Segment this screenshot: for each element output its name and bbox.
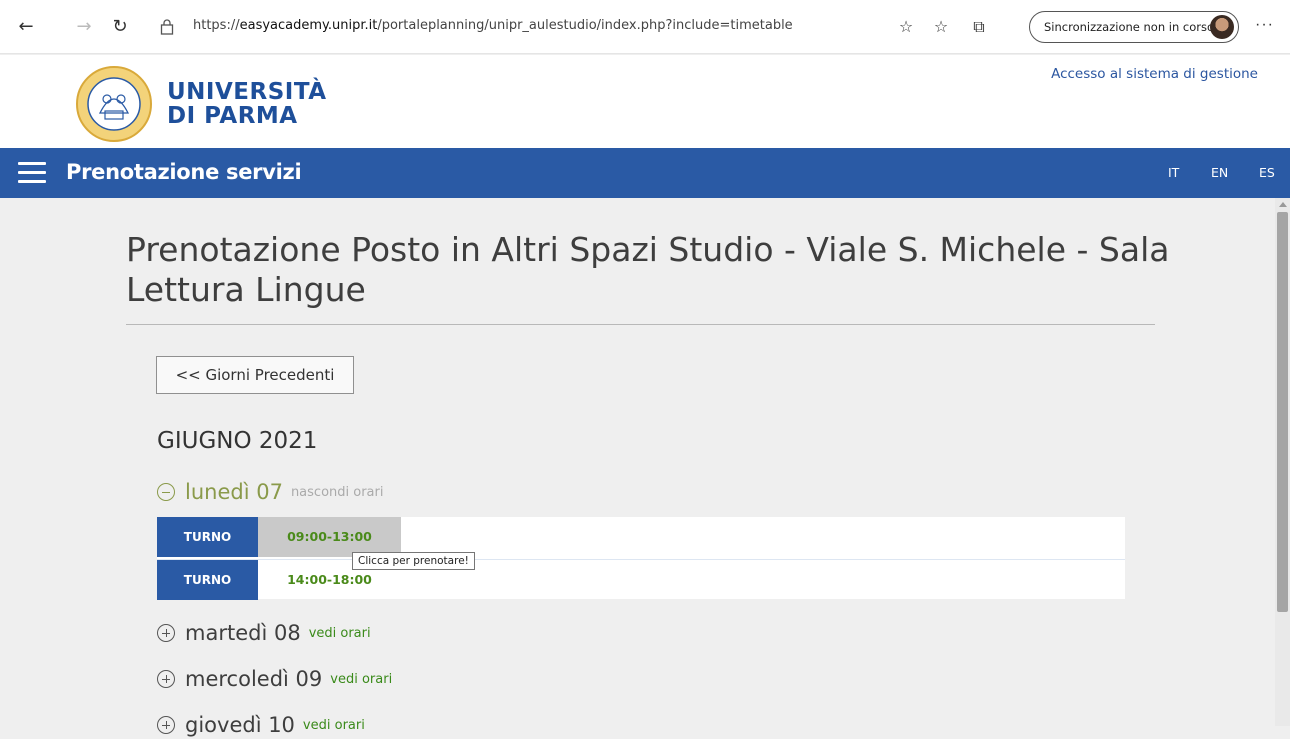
site-header: UNIVERSITÀ DI PARMA Accesso al sistema d… bbox=[0, 55, 1290, 148]
hide-times-link[interactable]: nascondi orari bbox=[291, 485, 384, 500]
slot-label: TURNO bbox=[157, 560, 258, 600]
university-seal-icon[interactable] bbox=[75, 65, 153, 143]
slot-label: TURNO bbox=[157, 517, 258, 557]
url-prefix: https:// bbox=[193, 18, 240, 33]
logo-line-1: UNIVERSITÀ bbox=[167, 79, 327, 105]
university-logo[interactable]: UNIVERSITÀ DI PARMA bbox=[167, 80, 327, 128]
show-times-link[interactable]: vedi orari bbox=[330, 672, 392, 687]
more-options-icon[interactable]: ··· bbox=[1255, 16, 1274, 34]
lang-it[interactable]: IT bbox=[1168, 165, 1179, 180]
day-row-lunedi[interactable]: lunedì 07 nascondi orari bbox=[157, 480, 383, 506]
menu-icon[interactable] bbox=[18, 162, 46, 184]
divider bbox=[126, 324, 1155, 325]
expand-icon[interactable] bbox=[157, 716, 175, 734]
table-row: TURNO 09:00-13:00 bbox=[157, 517, 1125, 557]
add-favorite-icon[interactable]: ☆ bbox=[895, 16, 917, 38]
logo-line-2: DI PARMA bbox=[167, 103, 298, 129]
admin-access-link[interactable]: Accesso al sistema di gestione bbox=[1051, 66, 1258, 82]
avatar bbox=[1210, 15, 1234, 39]
time-slots-table: TURNO 09:00-13:00 TURNO 14:00-18:00 bbox=[157, 517, 1125, 600]
day-name[interactable]: martedì 08 bbox=[185, 621, 301, 645]
scroll-up-arrow-icon[interactable] bbox=[1279, 202, 1287, 207]
lang-en[interactable]: EN bbox=[1211, 165, 1228, 180]
address-bar[interactable]: https://easyacademy.unipr.it/portaleplan… bbox=[193, 18, 793, 33]
refresh-icon[interactable]: ↻ bbox=[108, 15, 132, 39]
day-row-mercoledi[interactable]: mercoledì 09 vedi orari bbox=[157, 667, 392, 693]
table-row: TURNO 14:00-18:00 bbox=[157, 559, 1125, 600]
forward-icon[interactable]: → bbox=[72, 15, 96, 39]
scroll-thumb[interactable] bbox=[1277, 212, 1288, 612]
expand-icon[interactable] bbox=[157, 670, 175, 688]
day-name[interactable]: lunedì 07 bbox=[185, 480, 283, 504]
day-name[interactable]: mercoledì 09 bbox=[185, 667, 322, 691]
page-scrollbar[interactable] bbox=[1275, 198, 1290, 726]
day-row-martedi[interactable]: martedì 08 vedi orari bbox=[157, 621, 371, 647]
back-icon[interactable]: ← bbox=[14, 15, 38, 39]
booking-tooltip: Clicca per prenotare! bbox=[352, 552, 475, 570]
month-heading: GIUGNO 2021 bbox=[157, 428, 318, 454]
profile-sync-button[interactable]: Sincronizzazione non in corso bbox=[1029, 11, 1239, 43]
day-name[interactable]: giovedì 10 bbox=[185, 713, 295, 737]
collapse-icon[interactable] bbox=[157, 483, 175, 501]
site-info-icon[interactable] bbox=[160, 19, 174, 35]
url-domain: easyacademy.unipr.it bbox=[239, 18, 378, 33]
sync-label: Sincronizzazione non in corso bbox=[1044, 20, 1215, 34]
nav-title: Prenotazione servizi bbox=[66, 160, 302, 184]
expand-icon[interactable] bbox=[157, 624, 175, 642]
slot-time-button[interactable]: 09:00-13:00 bbox=[258, 517, 401, 557]
show-times-link[interactable]: vedi orari bbox=[303, 718, 365, 733]
show-times-link[interactable]: vedi orari bbox=[309, 626, 371, 641]
browser-toolbar: ← → ↻ https://easyacademy.unipr.it/porta… bbox=[0, 0, 1290, 54]
url-path: /portaleplanning/unipr_aulestudio/index.… bbox=[377, 18, 793, 33]
lang-es[interactable]: ES bbox=[1259, 165, 1275, 180]
previous-days-button[interactable]: << Giorni Precedenti bbox=[156, 356, 354, 394]
main-nav: Prenotazione servizi IT EN ES bbox=[0, 148, 1290, 198]
collections-icon[interactable]: ⧉ bbox=[968, 16, 990, 38]
page-title: Prenotazione Posto in Altri Spazi Studio… bbox=[126, 230, 1170, 309]
favorites-icon[interactable]: ☆ bbox=[930, 16, 952, 38]
day-row-giovedi[interactable]: giovedì 10 vedi orari bbox=[157, 713, 365, 739]
